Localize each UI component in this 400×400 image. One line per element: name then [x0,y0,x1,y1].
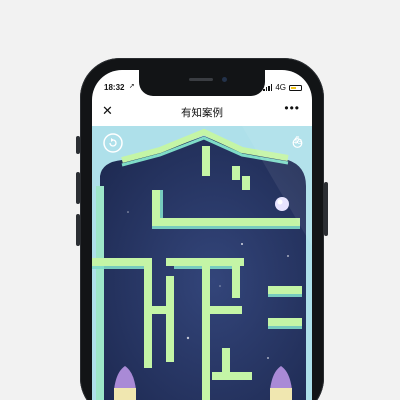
page-title: 有知案例 [181,107,223,119]
star [186,336,190,340]
maze-wall-side [268,294,302,297]
maze-wall-side [268,326,302,329]
status-time: 18:32 [104,83,125,92]
maze-wall [222,348,230,378]
maze-wall [232,166,240,180]
maze-wall [242,176,250,190]
location-icon: ➚ [129,83,135,90]
maze-wall [202,306,242,314]
silent-switch [76,136,80,154]
star [127,211,129,213]
power-button [324,182,328,236]
volume-up-button [76,172,80,204]
phone-screen: 18:32 ➚ 4G ✕ 有知案例 ••• 4s [92,70,312,400]
maze-wall-side [152,226,300,229]
timer: 4s [292,136,303,148]
status-right: 4G [263,83,302,92]
star [287,255,289,257]
maze-wall-side [174,266,202,269]
stopwatch-icon [293,136,303,148]
volume-down-button [76,214,80,246]
maze-wall [202,258,210,400]
maze-wall-side [210,266,232,269]
maze-wall [152,218,300,226]
dome-right-base [270,388,292,400]
ball-highlight [277,199,283,205]
maze-wall [268,286,302,294]
maze-wall [166,276,174,362]
maze-board [92,126,312,400]
star [219,285,221,287]
star [267,357,269,359]
maze-wall [202,146,210,176]
maze-wall [212,372,252,380]
restart-icon[interactable] [102,132,124,154]
maze-wall-side [160,190,163,218]
phone-notch [139,70,265,96]
front-camera [222,77,227,82]
more-icon[interactable]: ••• [284,101,300,115]
earpiece-speaker [189,78,213,81]
maze-wall-side [92,266,144,269]
star [241,243,243,245]
signal-icon [263,84,273,91]
network-label: 4G [275,83,286,92]
battery-icon [289,84,302,91]
maze-wall [92,258,152,266]
maze-game[interactable]: 4s [92,126,312,400]
maze-wall [268,318,302,326]
dome-left-base [114,388,136,400]
nav-bar: ✕ 有知案例 ••• [92,100,312,124]
maze-wall [232,258,240,298]
